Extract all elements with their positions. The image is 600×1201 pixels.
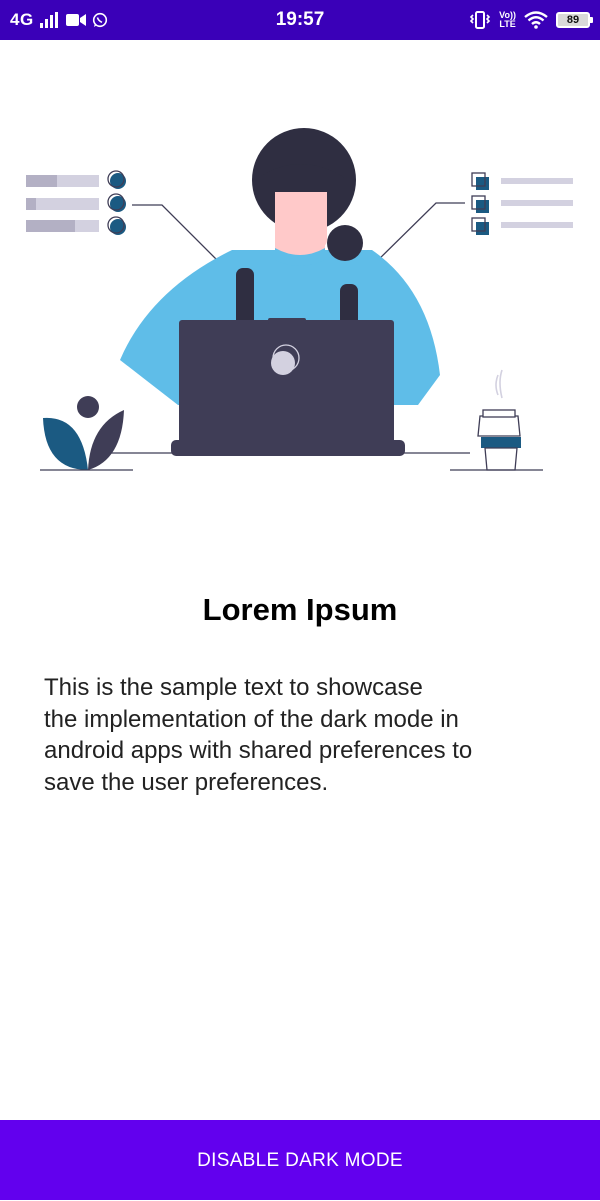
volte-indicator: Vo)) LTE: [499, 11, 516, 29]
battery-icon: 89: [556, 12, 593, 28]
disable-dark-mode-button[interactable]: DISABLE DARK MODE: [0, 1120, 600, 1200]
plant-graphic: [40, 396, 133, 471]
wifi-icon: [524, 11, 548, 29]
right-list-graphic: [371, 172, 573, 267]
description-line: android apps with shared preferences to: [44, 737, 473, 764]
lte-label: LTE: [499, 19, 516, 29]
vibrate-icon: [470, 11, 491, 29]
status-bar: 4G 19:57 Vo)) LTE 89: [0, 0, 600, 40]
left-list-graphic: [26, 170, 226, 269]
description-line: save the user preferences.: [44, 768, 329, 796]
description-line: the implementation of the dark mode in: [44, 705, 459, 733]
coffee-cup-graphic: [450, 369, 543, 471]
status-bar-right: Vo)) LTE 89: [469, 0, 593, 40]
description-text: This is the sample text to showcase the …: [44, 672, 544, 798]
description-line: This is the sample text to showcase: [44, 674, 423, 701]
page-title: Lorem Ipsum: [202, 592, 398, 627]
hero-illustration: [26, 128, 573, 471]
